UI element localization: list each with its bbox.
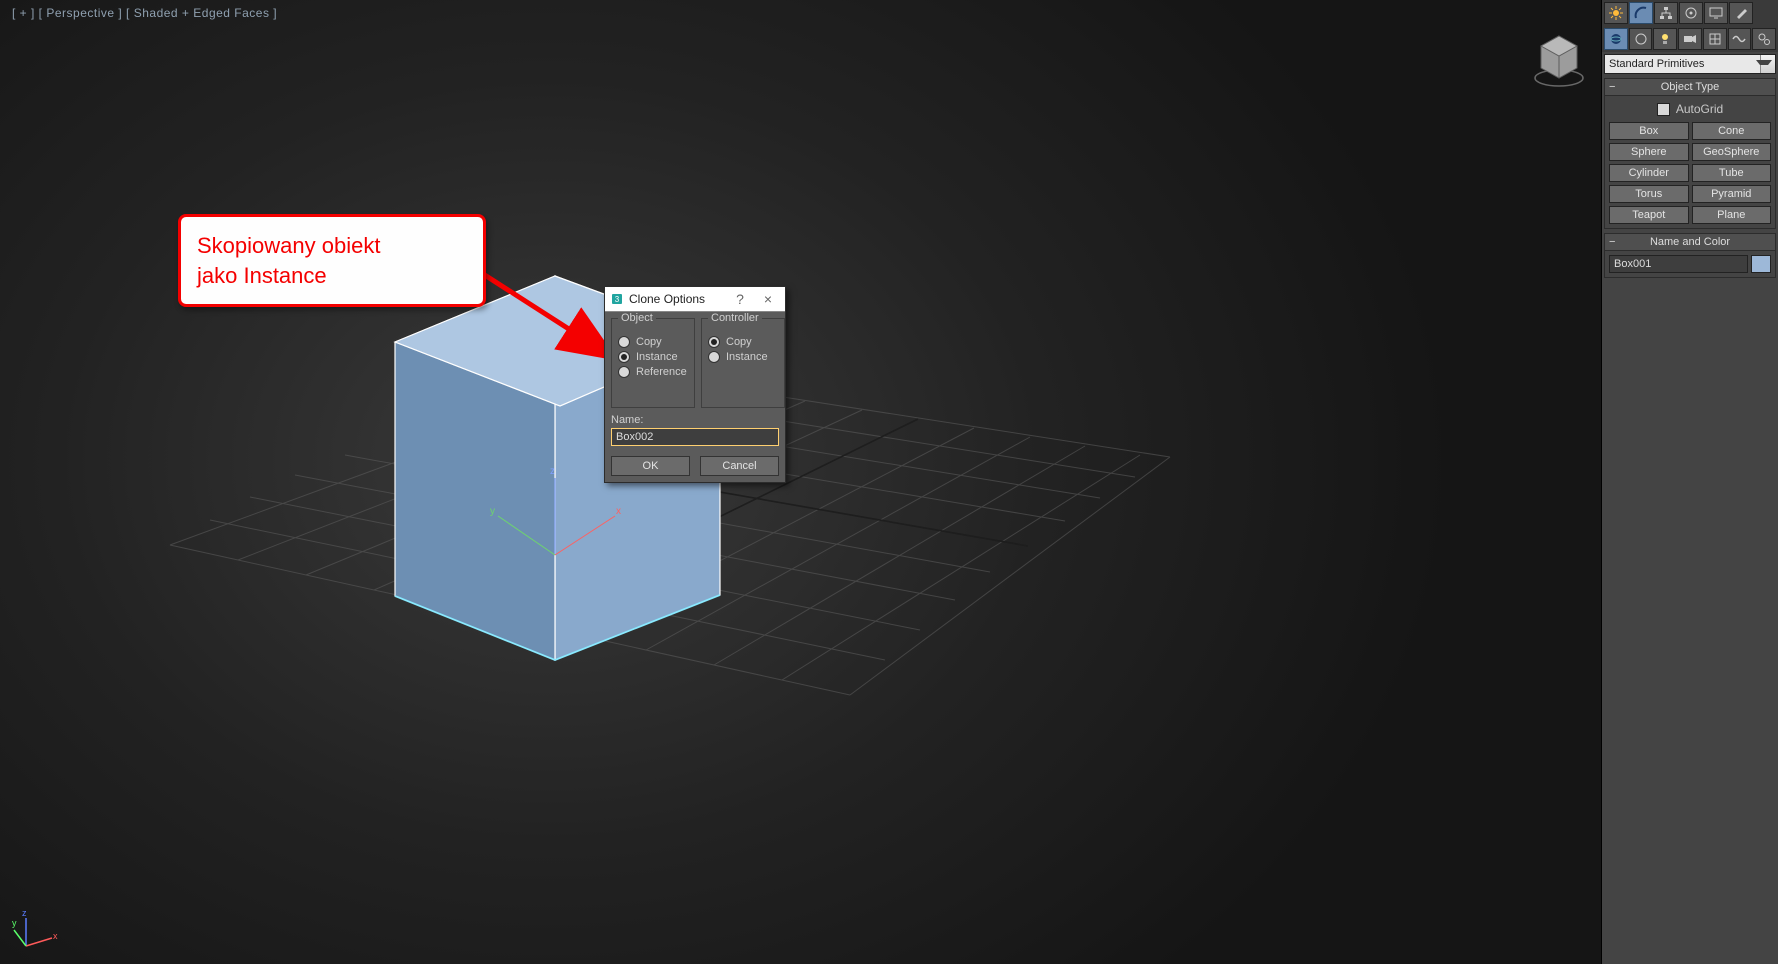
tab-display[interactable]: [1704, 2, 1728, 24]
cancel-button[interactable]: Cancel: [700, 456, 779, 476]
checkbox-icon: [1657, 103, 1670, 116]
annotation-callout: Skopiowany obiekt jako Instance: [178, 214, 486, 307]
radio-icon: [708, 336, 720, 348]
tab-modify[interactable]: [1629, 2, 1653, 24]
radio-object-instance[interactable]: Instance: [618, 351, 688, 363]
create-box-button[interactable]: Box: [1609, 122, 1689, 140]
primitive-category-dropdown[interactable]: Standard Primitives: [1604, 54, 1776, 74]
svg-text:x: x: [53, 931, 58, 941]
svg-text:x: x: [616, 506, 621, 517]
create-category-tabs: [1602, 26, 1778, 52]
svg-text:3: 3: [615, 295, 620, 304]
svg-text:z: z: [550, 466, 555, 477]
collapse-icon: −: [1609, 81, 1615, 93]
warp-icon: [1732, 32, 1746, 46]
world-axis-gizmo: z x y: [12, 906, 58, 952]
system-icon: [1757, 32, 1771, 46]
svg-text:y: y: [490, 506, 495, 517]
tab-cat-lights[interactable]: [1653, 28, 1677, 50]
tab-cat-cameras[interactable]: [1678, 28, 1702, 50]
tab-utilities[interactable]: [1729, 2, 1753, 24]
dialog-titlebar[interactable]: 3 Clone Options ? ×: [605, 287, 785, 312]
rollout-object-type: − Object Type AutoGrid Box Cone Sphere G…: [1604, 78, 1776, 229]
camera-icon: [1683, 32, 1697, 46]
tab-motion[interactable]: [1679, 2, 1703, 24]
create-pyramid-button[interactable]: Pyramid: [1692, 185, 1772, 203]
radio-icon: [618, 351, 630, 363]
command-panel-tabs: [1602, 0, 1778, 26]
name-label: Name:: [611, 414, 779, 426]
create-torus-button[interactable]: Torus: [1609, 185, 1689, 203]
motion-icon: [1684, 6, 1698, 20]
dropdown-value: Standard Primitives: [1605, 58, 1760, 70]
svg-text:y: y: [12, 918, 17, 928]
radio-icon: [618, 336, 630, 348]
light-icon: [1658, 32, 1672, 46]
clone-name-input[interactable]: [611, 428, 779, 446]
dialog-close-button[interactable]: ×: [757, 290, 779, 308]
autogrid-checkbox[interactable]: AutoGrid: [1609, 100, 1771, 122]
viewcube[interactable]: [1529, 30, 1589, 90]
radio-label: Reference: [636, 366, 687, 378]
collapse-icon: −: [1609, 236, 1615, 248]
annotation-line2: jako Instance: [197, 261, 467, 291]
hierarchy-icon: [1659, 6, 1673, 20]
radio-label: Instance: [726, 351, 768, 363]
command-panel: Standard Primitives − Object Type AutoGr…: [1601, 0, 1778, 964]
rollout-title: Object Type: [1661, 81, 1720, 93]
tab-cat-spacewarps[interactable]: [1728, 28, 1752, 50]
rollout-title: Name and Color: [1650, 236, 1730, 248]
create-cylinder-button[interactable]: Cylinder: [1609, 164, 1689, 182]
object-group-label: Object: [618, 312, 656, 324]
rollout-name-and-color: − Name and Color: [1604, 233, 1776, 278]
chevron-down-icon: [1756, 60, 1772, 65]
create-sphere-button[interactable]: Sphere: [1609, 143, 1689, 161]
arc-icon: [1634, 6, 1648, 20]
sphere-icon: [1609, 32, 1623, 46]
tab-cat-systems[interactable]: [1752, 28, 1776, 50]
radio-label: Copy: [726, 336, 752, 348]
dialog-title: Clone Options: [629, 292, 705, 306]
rollout-header-object-type[interactable]: − Object Type: [1605, 79, 1775, 96]
app-icon: 3: [611, 293, 623, 305]
dialog-help-button[interactable]: ?: [729, 290, 751, 308]
controller-group-label: Controller: [708, 312, 762, 324]
radio-controller-copy[interactable]: Copy: [708, 336, 778, 348]
radio-object-copy[interactable]: Copy: [618, 336, 688, 348]
scene-3d: z x y: [0, 0, 1602, 964]
rollout-header-name-color[interactable]: − Name and Color: [1605, 234, 1775, 251]
object-groupbox: Object Copy Instance Reference: [611, 318, 695, 408]
tab-cat-helpers[interactable]: [1703, 28, 1727, 50]
tab-hierarchy[interactable]: [1654, 2, 1678, 24]
radio-controller-instance[interactable]: Instance: [708, 351, 778, 363]
radio-icon: [708, 351, 720, 363]
autogrid-label: AutoGrid: [1676, 102, 1723, 116]
radio-icon: [618, 366, 630, 378]
create-plane-button[interactable]: Plane: [1692, 206, 1772, 224]
hammer-icon: [1734, 6, 1748, 20]
tab-cat-shapes[interactable]: [1629, 28, 1653, 50]
create-tube-button[interactable]: Tube: [1692, 164, 1772, 182]
radio-object-reference[interactable]: Reference: [618, 366, 688, 378]
create-teapot-button[interactable]: Teapot: [1609, 206, 1689, 224]
display-icon: [1709, 6, 1723, 20]
tab-create[interactable]: [1604, 2, 1628, 24]
tab-cat-geometry[interactable]: [1604, 28, 1628, 50]
radio-label: Copy: [636, 336, 662, 348]
svg-text:z: z: [22, 908, 27, 918]
ok-button[interactable]: OK: [611, 456, 690, 476]
object-name-input[interactable]: [1609, 255, 1748, 273]
shape-icon: [1634, 32, 1648, 46]
object-color-swatch[interactable]: [1751, 255, 1771, 273]
controller-groupbox: Controller Copy Instance: [701, 318, 785, 408]
sun-icon: [1609, 6, 1623, 20]
clone-options-dialog: 3 Clone Options ? × Object Copy: [604, 286, 786, 483]
radio-label: Instance: [636, 351, 678, 363]
create-cone-button[interactable]: Cone: [1692, 122, 1772, 140]
viewport[interactable]: [ + ] [ Perspective ] [ Shaded + Edged F…: [0, 0, 1602, 964]
helper-icon: [1708, 32, 1722, 46]
annotation-line1: Skopiowany obiekt: [197, 231, 467, 261]
create-geosphere-button[interactable]: GeoSphere: [1692, 143, 1772, 161]
